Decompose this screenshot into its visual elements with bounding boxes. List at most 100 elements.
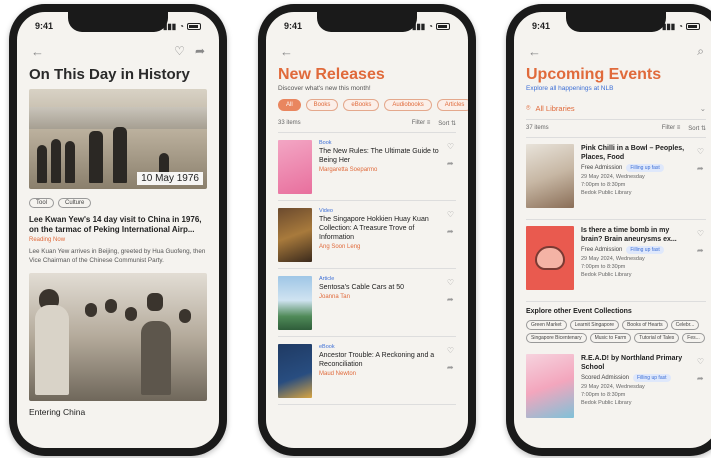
search-icon[interactable]: ⌕ bbox=[697, 44, 704, 59]
event-admission: Free Admission bbox=[581, 165, 623, 172]
heart-icon[interactable]: ♡ bbox=[697, 147, 704, 156]
share-icon[interactable]: ➦ bbox=[697, 246, 704, 255]
collection-chip[interactable]: Books of Hearts bbox=[622, 320, 668, 330]
event-item[interactable]: Is there a time bomb in my brain? Brain … bbox=[526, 220, 706, 302]
status-badge: Filling up fast bbox=[633, 374, 671, 383]
battery-icon bbox=[436, 22, 450, 30]
list-meta-row: 37 items Filter ≡ Sort ⇅ bbox=[526, 120, 706, 138]
item-title: The Singapore Hokkien Huay Kuan Collecti… bbox=[319, 216, 429, 242]
tag-chip[interactable]: Culture bbox=[58, 198, 92, 208]
phone-history: 9:41 ▮▮▮ ◔ ← ♡ ➦ On This Day in History bbox=[9, 4, 227, 456]
event-location: Bedok Public Library bbox=[581, 400, 632, 407]
item-author[interactable]: Joanna Tan bbox=[319, 294, 442, 300]
item-type: Article bbox=[319, 276, 335, 282]
page-subtitle: Discover what's new this month! bbox=[278, 85, 371, 92]
list-item[interactable]: Article Sentosa's Cable Cars at 50 Joann… bbox=[278, 269, 456, 337]
share-icon[interactable]: ➦ bbox=[697, 374, 704, 383]
historic-photo-handshake[interactable] bbox=[29, 273, 207, 401]
article-link[interactable]: Reading Now bbox=[29, 237, 207, 243]
heart-icon[interactable]: ♡ bbox=[447, 346, 454, 355]
event-time: 7:00pm to 8:30pm bbox=[581, 392, 626, 399]
item-author[interactable]: Ang Soon Leng bbox=[319, 244, 442, 250]
battery-icon bbox=[187, 22, 201, 30]
chip-all[interactable]: All bbox=[278, 99, 301, 111]
status-badge: Filling up fast bbox=[626, 246, 664, 255]
wifi-icon: ◔ bbox=[678, 21, 683, 31]
chip-ebooks[interactable]: eBooks bbox=[343, 99, 380, 111]
collection-chip[interactable]: Music to Farm bbox=[589, 333, 632, 343]
collection-chip[interactable]: Fes... bbox=[682, 333, 705, 343]
chip-audiobooks[interactable]: Audiobooks bbox=[384, 99, 432, 111]
library-select-value: All Libraries bbox=[535, 103, 575, 113]
filter-button[interactable]: Filter ≡ bbox=[662, 125, 681, 132]
collection-chips: Green Market Learnit Singapore Books of … bbox=[526, 320, 706, 343]
status-icons: ▮▮▮ ◔ bbox=[412, 22, 450, 31]
collection-chip[interactable]: Celebr... bbox=[670, 320, 700, 330]
filter-icon: ≡ bbox=[676, 125, 681, 131]
phone-notch bbox=[317, 12, 417, 32]
event-item[interactable]: R.E.A.D! by Northland Primary School Sco… bbox=[526, 348, 706, 430]
photo-date-caption: 10 May 1976 bbox=[137, 172, 203, 185]
chevron-down-icon: ⌄ bbox=[699, 103, 706, 113]
page-title: On This Day in History bbox=[29, 66, 190, 83]
historic-photo-airport[interactable]: 10 May 1976 bbox=[29, 89, 207, 189]
tag-chip[interactable]: Tool bbox=[29, 198, 55, 208]
event-date: 29 May 2024, Wednesday bbox=[581, 384, 645, 391]
collection-chip[interactable]: Learnit Singapore bbox=[569, 320, 620, 330]
share-icon[interactable]: ➦ bbox=[447, 363, 454, 372]
heart-icon[interactable]: ♡ bbox=[697, 357, 704, 366]
share-icon[interactable]: ➦ bbox=[447, 227, 454, 236]
filter-button[interactable]: Filter ≡ bbox=[412, 120, 431, 127]
filter-chips: All Books eBooks Audiobooks Articles bbox=[278, 99, 468, 111]
book-cover-image bbox=[278, 140, 312, 194]
share-icon[interactable]: ➦ bbox=[447, 295, 454, 304]
sort-icon: ⇅ bbox=[700, 126, 706, 132]
sort-label: Sort bbox=[688, 126, 700, 132]
page-subtitle[interactable]: Explore all happenings at NLB bbox=[526, 85, 706, 92]
section-caption: Entering China bbox=[29, 407, 86, 417]
collection-chip[interactable]: Green Market bbox=[526, 320, 567, 330]
page-title: New Releases bbox=[278, 66, 385, 83]
library-select[interactable]: ⌾ All Libraries ⌄ bbox=[526, 99, 706, 120]
share-icon[interactable]: ➦ bbox=[447, 159, 454, 168]
article-body: Lee Kuan Yew arrives in Beijing, greeted… bbox=[29, 248, 206, 264]
share-icon[interactable]: ➦ bbox=[195, 44, 205, 58]
filter-label: Filter bbox=[411, 120, 426, 126]
list-item[interactable]: eBook Ancestor Trouble: A Reckoning and … bbox=[278, 337, 456, 405]
event-title: Pink Chilli in a Bowl – Peoples, Places,… bbox=[581, 145, 685, 162]
list-item[interactable]: Video The Singapore Hokkien Huay Kuan Co… bbox=[278, 201, 456, 269]
video-cover-image bbox=[278, 208, 312, 262]
status-icons: ▮▮▮ ◔ bbox=[662, 22, 700, 31]
airplane-shape bbox=[29, 107, 207, 129]
article-title[interactable]: Lee Kwan Yew's 14 day visit to China in … bbox=[29, 215, 207, 235]
status-badge: Filling up fast bbox=[626, 164, 664, 173]
share-icon[interactable]: ➦ bbox=[697, 164, 704, 173]
collection-chip[interactable]: Singapore Bicentenary bbox=[526, 333, 587, 343]
chip-books[interactable]: Books bbox=[305, 99, 339, 111]
event-image bbox=[526, 226, 574, 290]
heart-icon[interactable]: ♡ bbox=[697, 229, 704, 238]
heart-icon[interactable]: ♡ bbox=[447, 210, 454, 219]
event-admission: Free Admission bbox=[581, 247, 623, 254]
list-item[interactable]: Book The New Rules: The Ultimate Guide t… bbox=[278, 133, 456, 201]
heart-icon[interactable]: ♡ bbox=[174, 44, 185, 58]
back-arrow-icon[interactable]: ← bbox=[280, 44, 293, 59]
nav-bar: ← ♡ ➦ bbox=[17, 40, 219, 62]
back-arrow-icon[interactable]: ← bbox=[31, 44, 44, 59]
sort-button[interactable]: Sort ⇅ bbox=[688, 125, 706, 132]
phone-notch bbox=[566, 12, 666, 32]
event-item[interactable]: Pink Chilli in a Bowl – Peoples, Places,… bbox=[526, 138, 706, 220]
sort-button[interactable]: Sort ⇅ bbox=[438, 120, 456, 127]
collections-heading: Explore other Event Collections bbox=[526, 308, 632, 315]
nav-bar: ← ⌕ bbox=[514, 40, 711, 62]
item-author[interactable]: Margaretta Soeparmo bbox=[319, 167, 442, 173]
collection-chip[interactable]: Tutorial of Tales bbox=[634, 333, 680, 343]
item-author[interactable]: Maud Newton bbox=[319, 371, 442, 377]
back-arrow-icon[interactable]: ← bbox=[528, 44, 541, 59]
event-date: 29 May 2024, Wednesday bbox=[581, 174, 645, 181]
heart-icon[interactable]: ♡ bbox=[447, 278, 454, 287]
filter-label: Filter bbox=[661, 125, 676, 131]
heart-icon[interactable]: ♡ bbox=[447, 142, 454, 151]
chip-articles[interactable]: Articles bbox=[436, 99, 468, 111]
article-cover-image bbox=[278, 276, 312, 330]
